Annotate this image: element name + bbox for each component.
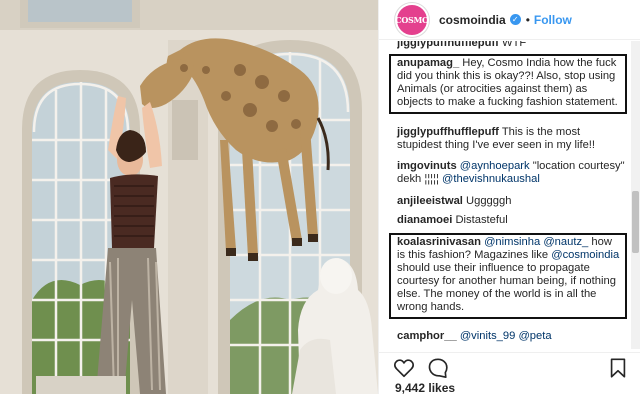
account-username[interactable]: cosmoindia (439, 13, 506, 27)
comment: jigglypuffhufflepuff WTF (397, 41, 627, 51)
comment: camphor__ @vinits_99 @peta (397, 330, 627, 343)
comment-username[interactable]: jigglypuffhufflepuff (397, 126, 499, 138)
comment: anjileeistwal Ugggggh (397, 195, 627, 208)
comment-highlighted: anupamag_ Hey, Cosmo India how the fuck … (389, 54, 627, 114)
comment-username[interactable]: anupamag_ (397, 57, 459, 69)
comment-mention[interactable]: @cosmoindia (551, 249, 619, 261)
comment-username[interactable]: anjileeistwal (397, 195, 463, 207)
bookmark-icon[interactable] (607, 357, 629, 379)
comment-mention[interactable]: @aynhoepark (460, 160, 530, 172)
comment-icon[interactable] (427, 357, 449, 379)
comment-text: should use their influence to propagate … (397, 262, 616, 313)
comment-mention[interactable]: @peta (518, 330, 551, 342)
comment-mention[interactable]: @nimsinha (484, 236, 540, 248)
comment-highlighted: koalasrinivasan @nimsinha @nautz_ how is… (389, 233, 627, 319)
comments-list[interactable]: jigglypuffhufflepuff WTF anupamag_ Hey, … (379, 41, 631, 349)
comment: imgovinuts @aynhoepark "location courtes… (397, 160, 627, 186)
follow-button[interactable]: Follow (534, 13, 572, 27)
comment: dianamoei Distasteful (397, 214, 627, 227)
avatar[interactable]: COSMO (395, 2, 429, 37)
comment-mention[interactable]: @vinits_99 (460, 330, 516, 342)
heart-icon[interactable] (393, 357, 415, 379)
post-photo[interactable] (0, 0, 378, 394)
comment-text: Distasteful (455, 214, 508, 226)
comment-mention[interactable]: @nautz_ (543, 236, 588, 248)
comments-scrollbar[interactable] (631, 41, 640, 349)
verified-badge-icon: ✓ (509, 14, 521, 25)
comment-username[interactable]: imgovinuts (397, 160, 457, 172)
post-side-panel: COSMO cosmoindia ✓ • Follow jigglypuffhu… (378, 0, 640, 394)
comment: jigglypuffhufflepuff This is the most st… (397, 126, 627, 152)
comment-mention[interactable]: @thevishnukaushal (442, 173, 540, 185)
scrollbar-thumb[interactable] (632, 191, 639, 253)
separator-dot: • (525, 12, 530, 27)
comment-username[interactable]: jigglypuffhufflepuff (397, 41, 499, 49)
comment-text: Ugggggh (466, 195, 512, 207)
likes-count[interactable]: 9,442 likes (395, 381, 455, 394)
comment-username[interactable]: dianamoei (397, 214, 452, 226)
giraffe-fashion-photo (0, 0, 378, 394)
comment-text: WTF (502, 41, 527, 49)
comment-username[interactable]: camphor__ (397, 330, 457, 342)
post-actions (379, 352, 640, 380)
comment-username[interactable]: koalasrinivasan (397, 236, 481, 248)
post-header: COSMO cosmoindia ✓ • Follow (379, 0, 640, 40)
